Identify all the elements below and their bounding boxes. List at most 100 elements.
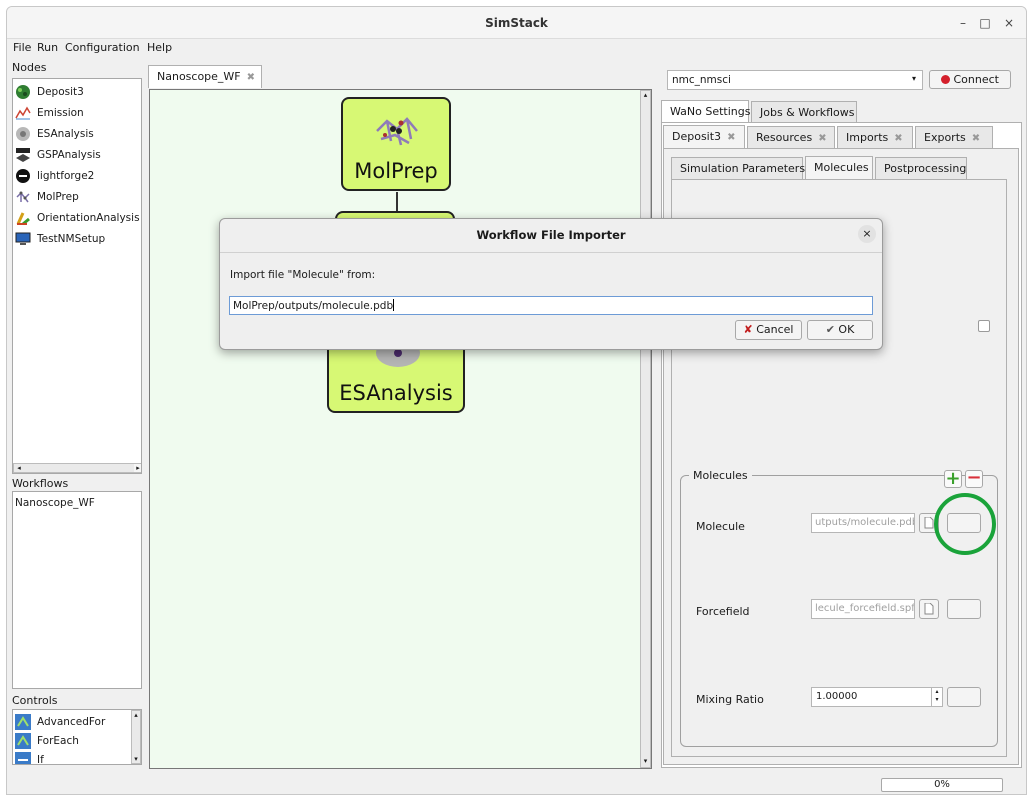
node-item-label: Emission — [37, 106, 84, 119]
orientation-icon — [16, 211, 30, 225]
scroll-up-icon[interactable]: ▴ — [132, 711, 140, 719]
dialog-divider — [220, 252, 882, 253]
title-bar: SimStack – □ × — [7, 7, 1026, 39]
scroll-left-icon[interactable]: ◂ — [14, 464, 24, 472]
tab-label: Deposit3 — [672, 130, 722, 143]
server-select[interactable]: nmc_nmsci ▾ — [667, 70, 923, 90]
menu-configuration[interactable]: Configuration — [65, 41, 140, 54]
close-tab-icon[interactable]: ✖ — [247, 72, 255, 83]
close-tab-icon[interactable]: ✖ — [972, 133, 980, 144]
spin-arrows-icon[interactable]: ▴ ▾ — [931, 688, 942, 706]
workflow-node-molprep[interactable]: MolPrep — [341, 97, 451, 191]
cancel-button[interactable]: ✘ Cancel — [735, 320, 802, 340]
node-item-label: lightforge2 — [37, 169, 95, 182]
node-item-gspanalysis[interactable]: GSPAnalysis — [15, 144, 101, 165]
controls-vscrollbar[interactable]: ▴ ▾ — [131, 710, 141, 764]
node-item-lightforge2[interactable]: lightforge2 — [15, 165, 94, 186]
tab-postprocessing[interactable]: Postprocessing — [875, 157, 967, 179]
node-item-molprep[interactable]: MolPrep — [15, 186, 79, 207]
workflow-item[interactable]: Nanoscope_WF — [15, 492, 95, 513]
gsp-icon — [16, 147, 30, 162]
control-item-label: ForEach — [37, 734, 79, 747]
node-item-label: ESAnalysis — [37, 127, 94, 140]
scroll-down-icon[interactable]: ▾ — [132, 755, 140, 763]
node-item-testnmsetup[interactable]: TestNMSetup — [15, 228, 105, 249]
cancel-label: Cancel — [756, 323, 794, 336]
tab-resources[interactable]: Resources ✖ — [747, 126, 835, 148]
canvas-vscrollbar[interactable]: ▴ ▾ — [640, 90, 651, 768]
scroll-up-icon[interactable]: ▴ — [641, 91, 650, 99]
loop-icon — [15, 713, 31, 730]
dialog-title: Workflow File Importer — [476, 228, 626, 242]
tab-label: Exports — [924, 131, 966, 144]
molecules-group-title: Molecules — [689, 469, 752, 482]
workflows-label: Workflows — [12, 477, 69, 490]
text-cursor — [393, 299, 395, 311]
close-tab-icon[interactable]: ✖ — [727, 132, 735, 143]
nodes-hscrollbar[interactable]: ◂ ▸ — [13, 463, 141, 473]
dialog-close-button[interactable]: × — [858, 225, 876, 243]
molecule-label: Molecule — [696, 520, 745, 533]
workflow-node-esanalysis[interactable]: ESAnalysis — [327, 343, 465, 413]
control-item-foreach[interactable]: ForEach — [15, 730, 79, 751]
tab-exports[interactable]: Exports ✖ — [915, 126, 993, 148]
close-window-button[interactable]: × — [1000, 14, 1018, 32]
tab-label: Imports — [846, 131, 889, 144]
tab-nanoscope-wf[interactable]: Nanoscope_WF ✖ — [148, 65, 262, 88]
file-icon — [924, 516, 934, 529]
ok-button[interactable]: ✔ OK — [807, 320, 873, 340]
progress-bar: 0% — [881, 778, 1003, 792]
menu-run[interactable]: Run — [37, 41, 58, 54]
tab-deposit3[interactable]: Deposit3 ✖ — [663, 125, 745, 148]
close-tab-icon[interactable]: ✖ — [894, 133, 902, 144]
tab-molecules[interactable]: Molecules — [805, 156, 873, 179]
workflow-canvas[interactable]: MolPrep ESAnalysis ▴ ▾ — [149, 89, 652, 769]
node-item-label: MolPrep — [37, 190, 79, 203]
mixing-ratio-spinbox[interactable]: 1.00000 ▴ ▾ — [811, 687, 943, 707]
nodes-list: Deposit3 Emission ESAnalysis GSPAnalysis… — [12, 78, 142, 474]
node-item-label: TestNMSetup — [37, 232, 106, 245]
workflows-list: Nanoscope_WF — [12, 491, 142, 689]
connect-button[interactable]: Connect — [929, 70, 1011, 89]
tab-jobs-workflows[interactable]: Jobs & Workflows — [751, 101, 857, 123]
control-item-if[interactable]: If — [15, 749, 44, 764]
branch-icon — [15, 751, 31, 764]
molecule-path-field[interactable]: utputs/molecule.pdb — [811, 513, 915, 533]
node-item-emission[interactable]: Emission — [15, 102, 84, 123]
scroll-right-icon[interactable]: ▸ — [134, 464, 141, 472]
minimize-button[interactable]: – — [954, 14, 972, 32]
scroll-down-icon[interactable]: ▾ — [641, 757, 650, 765]
add-molecule-button[interactable]: + — [944, 470, 962, 488]
monitor-icon — [15, 232, 31, 245]
menu-help[interactable]: Help — [147, 41, 172, 54]
forcefield-path-field[interactable]: lecule_forcefield.spf — [811, 599, 915, 619]
file-icon — [924, 602, 934, 615]
node-item-deposit3[interactable]: Deposit3 — [15, 81, 84, 102]
node-item-esanalysis[interactable]: ESAnalysis — [15, 123, 94, 144]
import-prompt: Import file "Molecule" from: — [230, 269, 376, 281]
import-from-workflow-button[interactable] — [947, 687, 981, 707]
tab-imports[interactable]: Imports ✖ — [837, 126, 913, 148]
remove-molecule-button[interactable]: − — [965, 469, 983, 488]
simstack-window: SimStack – □ × File Run Configuration He… — [6, 6, 1027, 795]
maximize-button[interactable]: □ — [976, 14, 994, 32]
option-checkbox[interactable] — [978, 320, 990, 332]
deposit-icon — [16, 84, 30, 99]
menu-file[interactable]: File — [13, 41, 31, 54]
node-title: ESAnalysis — [339, 381, 453, 405]
node-item-label: OrientationAnalysis — [37, 211, 140, 224]
checkmark-icon: ✔ — [825, 323, 835, 336]
node-item-orientationanalysis[interactable]: OrientationAnalysis — [15, 207, 140, 228]
control-item-label: AdvancedFor — [37, 715, 106, 728]
close-tab-icon[interactable]: ✖ — [818, 133, 826, 144]
import-from-workflow-button[interactable] — [947, 599, 981, 619]
import-path-input[interactable]: MolPrep/outputs/molecule.pdb — [229, 296, 873, 315]
cancel-icon: ✘ — [743, 323, 753, 336]
tab-wano-settings[interactable]: WaNo Settings — [661, 100, 751, 123]
control-item-advancedfor[interactable]: AdvancedFor — [15, 711, 105, 732]
tab-simulation-parameters[interactable]: Simulation Parameters — [671, 157, 805, 179]
window-title: SimStack — [485, 16, 548, 30]
loop-icon — [15, 732, 31, 749]
browse-file-button[interactable] — [919, 599, 939, 619]
server-select-value: nmc_nmsci — [672, 74, 731, 86]
